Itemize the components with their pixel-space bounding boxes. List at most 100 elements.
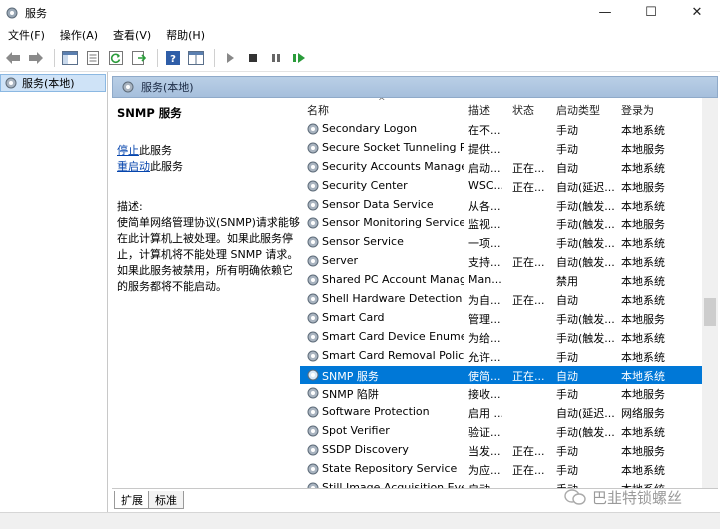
stop-service-line: 停止此服务 [117,143,295,159]
service-startup-type: 手动 [556,445,578,459]
service-row[interactable]: Security Center WSC... 正在... 自动(延迟... 本地服务 [300,177,702,196]
mmc-view-icon [188,51,204,65]
service-row[interactable]: Smart Card Device Enumer... 为给... 手动(触发...… [300,328,702,347]
service-startup-type: 手动(触发... [556,218,614,232]
menu-bar: 文件(F) 操作(A) 查看(V) 帮助(H) [0,25,720,45]
restart-service-link[interactable]: 重启动 [117,160,150,173]
status-bar [0,512,720,529]
start-service-icon [227,53,234,63]
service-row[interactable]: Sensor Service 一项... 手动(触发... 本地系统 [300,233,702,252]
service-logon-as: 本地系统 [621,464,665,478]
gear-icon [307,406,319,418]
gear-icon [307,312,319,324]
toolbar-divider [54,49,55,67]
back-button[interactable] [3,48,23,68]
menu-view[interactable]: 查看(V) [113,27,151,43]
gear-icon [307,463,319,475]
service-status: 正在... [512,161,545,175]
gear-icon [307,369,319,381]
gear-icon [307,350,319,362]
service-logon-as: 本地服务 [621,445,665,459]
column-header-description[interactable]: 描述 [468,102,490,118]
gear-icon [307,199,319,211]
service-description: 当发... [468,445,501,459]
column-header-status[interactable]: 状态 [512,102,534,118]
gear-icon [307,217,319,229]
gear-icon [307,123,319,135]
start-service-button[interactable] [220,48,240,68]
stop-service-button[interactable] [243,48,263,68]
service-row[interactable]: Shell Hardware Detection 为自... 正在... 自动 本地系统 [300,290,702,309]
service-status: 正在... [512,464,545,478]
toolbar-divider [214,49,215,67]
restart-service-line: 重启动此服务 [117,159,295,175]
tree-item-services-local[interactable]: 服务(本地) [0,74,106,92]
gear-icon [5,77,17,89]
svg-text:?: ? [170,54,176,65]
service-name: Software Protection [322,405,430,419]
menu-action[interactable]: 操作(A) [60,27,98,43]
service-row[interactable]: Secure Socket Tunneling P... 提供... 手动 本地服务 [300,139,702,158]
service-row[interactable]: Sensor Monitoring Service 监视... 手动(触发... 本地… [300,214,702,233]
menu-file[interactable]: 文件(F) [8,27,45,43]
show-console-tree-button[interactable] [60,48,80,68]
service-row[interactable]: Secondary Logon 在不... 手动 本地系统 [300,120,702,139]
service-row[interactable]: Shared PC Account Manager Man... 禁用 本地系统 [300,271,702,290]
service-row[interactable]: SSDP Discovery 当发... 正在... 手动 本地服务 [300,441,702,460]
mmc-view-button[interactable] [186,48,206,68]
maximize-button[interactable]: ☐ [628,0,674,25]
vertical-scrollbar[interactable] [702,98,718,488]
service-row[interactable]: SNMP 陷阱 接收... 手动 本地服务 [300,384,702,403]
gear-icon [307,255,319,267]
close-icon: ✕ [691,5,703,20]
help-button[interactable]: ? [163,48,183,68]
column-header-name[interactable]: 名称 [307,102,329,118]
service-row[interactable]: Smart Card Removal Policy 允许... 手动 本地系统 [300,347,702,366]
minimize-button[interactable]: — [582,0,628,25]
properties-button[interactable] [83,48,103,68]
watermark-text: 巴韭特锁螺丝 [592,488,683,507]
scrollbar-thumb[interactable] [704,298,716,326]
service-row[interactable]: Spot Verifier 验证... 手动(触发... 本地系统 [300,422,702,441]
service-description: Man... [468,273,502,287]
service-row[interactable]: SNMP 服务 使简... 正在... 自动 本地系统 [300,365,702,385]
service-row[interactable]: Sensor Data Service 从各... 手动(触发... 本地系统 [300,196,702,215]
service-row[interactable]: Smart Card 管理... 手动(触发... 本地服务 [300,309,702,328]
back-arrow-icon [6,52,20,64]
service-row[interactable]: Server 支持... 正在... 自动(触发... 本地系统 [300,252,702,271]
minimize-icon: — [598,5,612,20]
pause-service-button[interactable] [266,48,286,68]
service-startup-type: 手动(触发... [556,426,614,440]
column-header-startup-type[interactable]: 启动类型 [556,102,600,118]
forward-button[interactable] [26,48,46,68]
close-button[interactable]: ✕ [674,0,720,25]
service-name: Still Image Acquisition Eve... [322,480,464,488]
stop-service-icon [249,54,257,62]
refresh-button[interactable] [106,48,126,68]
forward-arrow-icon [29,52,43,64]
service-row[interactable]: Software Protection 启用 ... 自动(延迟... 网络服务 [300,403,702,422]
service-row[interactable]: State Repository Service 为应... 正在... 手动 本地系统 [300,460,702,479]
service-name: Secondary Logon [322,122,418,135]
restart-service-button[interactable] [289,48,309,68]
gear-icon [307,387,319,399]
service-status: 正在... [512,180,545,194]
column-header-logon-as[interactable]: 登录为 [621,102,654,118]
service-name: SSDP Discovery [322,443,409,457]
service-logon-as: 本地系统 [621,161,665,175]
service-description: 支持... [468,256,501,270]
service-status: 正在... [512,369,545,383]
service-startup-type: 手动 [556,350,578,364]
tab-standard[interactable]: 标准 [148,491,184,509]
toolbar-divider [157,49,158,67]
service-description: 管理... [468,312,501,326]
service-logon-as: 本地服务 [621,142,665,156]
tab-extended[interactable]: 扩展 [114,491,150,509]
service-row[interactable]: Security Accounts Manager 启动... 正在... 自动 本地系… [300,158,702,177]
stop-service-link[interactable]: 停止 [117,144,139,157]
menu-help[interactable]: 帮助(H) [166,27,205,43]
service-logon-as: 本地系统 [621,199,665,213]
service-name: Security Center [322,178,408,192]
export-list-button[interactable] [129,48,149,68]
service-description: 接收... [468,388,501,402]
